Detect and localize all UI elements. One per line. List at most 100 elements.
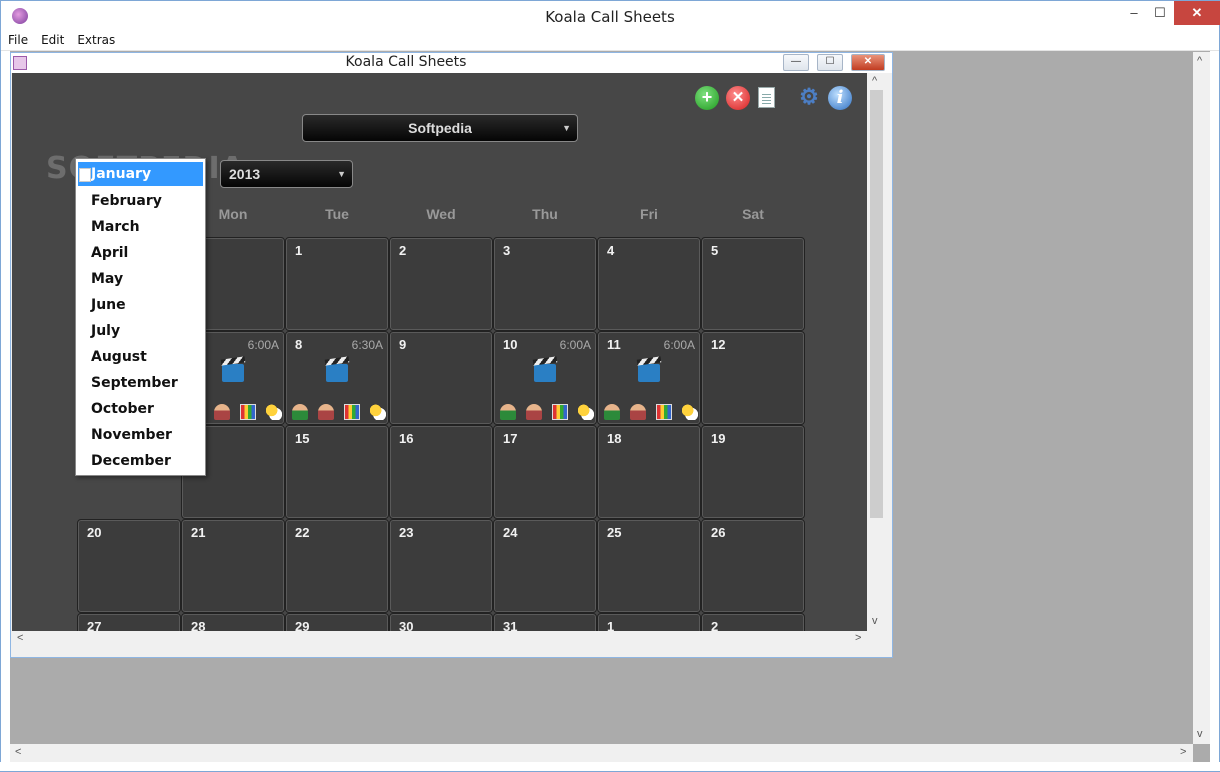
- calendar-day-cell[interactable]: 22: [285, 519, 389, 613]
- cast-icon[interactable]: [526, 404, 542, 420]
- month-option-january[interactable]: January: [78, 162, 203, 186]
- weather-icon[interactable]: [266, 404, 282, 420]
- scroll-right-icon[interactable]: >: [1180, 746, 1186, 758]
- calendar-day-cell[interactable]: 21: [181, 519, 285, 613]
- workspace-vertical-scrollbar[interactable]: ^ v: [1193, 52, 1210, 744]
- month-option-april[interactable]: April: [76, 240, 205, 266]
- month-option-june[interactable]: June: [76, 292, 205, 318]
- calendar-day-cell[interactable]: 24: [493, 519, 597, 613]
- weather-icon[interactable]: [682, 404, 698, 420]
- calendar-day-cell[interactable]: 17: [493, 425, 597, 519]
- month-option-december[interactable]: December: [76, 448, 205, 474]
- calendar-day-cell[interactable]: 2: [701, 613, 805, 631]
- calendar-day-cell[interactable]: 10 6:00A: [493, 331, 597, 425]
- scroll-thumb[interactable]: [870, 90, 883, 518]
- calendar-day-cell[interactable]: 25: [597, 519, 701, 613]
- menu-extras[interactable]: Extras: [70, 31, 121, 47]
- calendar-day-cell[interactable]: 19: [701, 425, 805, 519]
- day-number: 10: [503, 337, 518, 352]
- calendar-minimize-button[interactable]: —: [783, 54, 809, 71]
- close-button[interactable]: ✕: [1174, 1, 1220, 25]
- schedule-icon[interactable]: [656, 404, 672, 420]
- calendar-window-title-bar: Koala Call Sheets — ☐ ✕: [11, 53, 892, 73]
- day-number: 22: [295, 525, 310, 540]
- crew-icon[interactable]: [292, 404, 308, 420]
- workspace-horizontal-scrollbar[interactable]: < >: [10, 744, 1193, 762]
- month-option-may[interactable]: May: [76, 266, 205, 292]
- crew-icon[interactable]: [604, 404, 620, 420]
- project-select[interactable]: Softpedia ▼: [302, 114, 578, 142]
- calendar-day-cell[interactable]: 16: [389, 425, 493, 519]
- calendar-day-cell[interactable]: 3: [493, 237, 597, 331]
- calendar-day-cell[interactable]: 5: [701, 237, 805, 331]
- year-select[interactable]: 2013 ▼: [220, 160, 353, 188]
- calendar-day-cell[interactable]: 28: [181, 613, 285, 631]
- clapperboard-icon[interactable]: [326, 364, 348, 382]
- month-option-february[interactable]: February: [76, 188, 205, 214]
- schedule-icon[interactable]: [344, 404, 360, 420]
- day-number: 29: [295, 619, 310, 631]
- calendar-day-cell[interactable]: 9: [389, 331, 493, 425]
- month-option-november[interactable]: November: [76, 422, 205, 448]
- clapperboard-icon[interactable]: [534, 364, 556, 382]
- cast-icon[interactable]: [630, 404, 646, 420]
- weather-icon[interactable]: [578, 404, 594, 420]
- calendar-day-cell[interactable]: 15: [285, 425, 389, 519]
- day-number: 24: [503, 525, 518, 540]
- scroll-down-icon[interactable]: v: [872, 615, 878, 627]
- menu-file[interactable]: File: [1, 31, 34, 47]
- day-number: 16: [399, 431, 414, 446]
- scroll-left-icon[interactable]: <: [17, 632, 23, 644]
- month-option-september[interactable]: September: [76, 370, 205, 396]
- document-icon[interactable]: [758, 87, 775, 108]
- scroll-left-icon[interactable]: <: [15, 746, 21, 758]
- month-option-august[interactable]: August: [76, 344, 205, 370]
- add-icon[interactable]: +: [695, 86, 719, 110]
- schedule-icon[interactable]: [240, 404, 256, 420]
- scroll-right-icon[interactable]: >: [855, 632, 861, 644]
- remove-icon[interactable]: ✕: [726, 86, 750, 110]
- month-dropdown-list[interactable]: January February March April May June Ju…: [75, 158, 206, 476]
- month-option-march[interactable]: March: [76, 214, 205, 240]
- calendar-day-cell[interactable]: 2: [389, 237, 493, 331]
- weather-icon[interactable]: [370, 404, 386, 420]
- month-option-july[interactable]: July: [76, 318, 205, 344]
- clapperboard-icon[interactable]: [638, 364, 660, 382]
- day-number: 19: [711, 431, 726, 446]
- calendar-horizontal-scrollbar[interactable]: < >: [12, 631, 868, 648]
- maximize-button[interactable]: ☐: [1143, 1, 1177, 25]
- calendar-day-cell[interactable]: 11 6:00A: [597, 331, 701, 425]
- day-number: 23: [399, 525, 414, 540]
- scroll-down-icon[interactable]: v: [1197, 728, 1203, 740]
- calendar-day-cell[interactable]: 26: [701, 519, 805, 613]
- calendar-day-cell[interactable]: 29: [285, 613, 389, 631]
- month-option-october[interactable]: October: [76, 396, 205, 422]
- menu-edit[interactable]: Edit: [34, 31, 70, 47]
- calendar-day-cell[interactable]: 30: [389, 613, 493, 631]
- crew-icon[interactable]: [500, 404, 516, 420]
- calendar-day-cell[interactable]: 20: [77, 519, 181, 613]
- scroll-up-icon[interactable]: ^: [872, 75, 877, 87]
- cast-icon[interactable]: [318, 404, 334, 420]
- scroll-up-icon[interactable]: ^: [1197, 55, 1202, 67]
- calendar-day-cell[interactable]: 1: [597, 613, 701, 631]
- calendar-day-cell[interactable]: 4: [597, 237, 701, 331]
- calendar-day-cell[interactable]: 18: [597, 425, 701, 519]
- calendar-day-cell[interactable]: 8 6:30A: [285, 331, 389, 425]
- cast-icon[interactable]: [214, 404, 230, 420]
- gear-icon[interactable]: ⚙: [797, 86, 821, 110]
- day-number: 30: [399, 619, 414, 631]
- schedule-icon[interactable]: [552, 404, 568, 420]
- calendar-day-cell[interactable]: 23: [389, 519, 493, 613]
- info-icon[interactable]: i: [828, 86, 852, 110]
- calendar-vertical-scrollbar[interactable]: ^ v: [868, 73, 885, 631]
- calendar-close-button[interactable]: ✕: [851, 54, 885, 71]
- day-number: 18: [607, 431, 622, 446]
- calendar-day-cell[interactable]: 1: [285, 237, 389, 331]
- calendar-maximize-button[interactable]: ☐: [817, 54, 843, 71]
- calendar-day-cell[interactable]: 27: [77, 613, 181, 631]
- day-number: 1: [607, 619, 615, 631]
- calendar-day-cell[interactable]: 31: [493, 613, 597, 631]
- clapperboard-icon[interactable]: [222, 364, 244, 382]
- calendar-day-cell[interactable]: 12: [701, 331, 805, 425]
